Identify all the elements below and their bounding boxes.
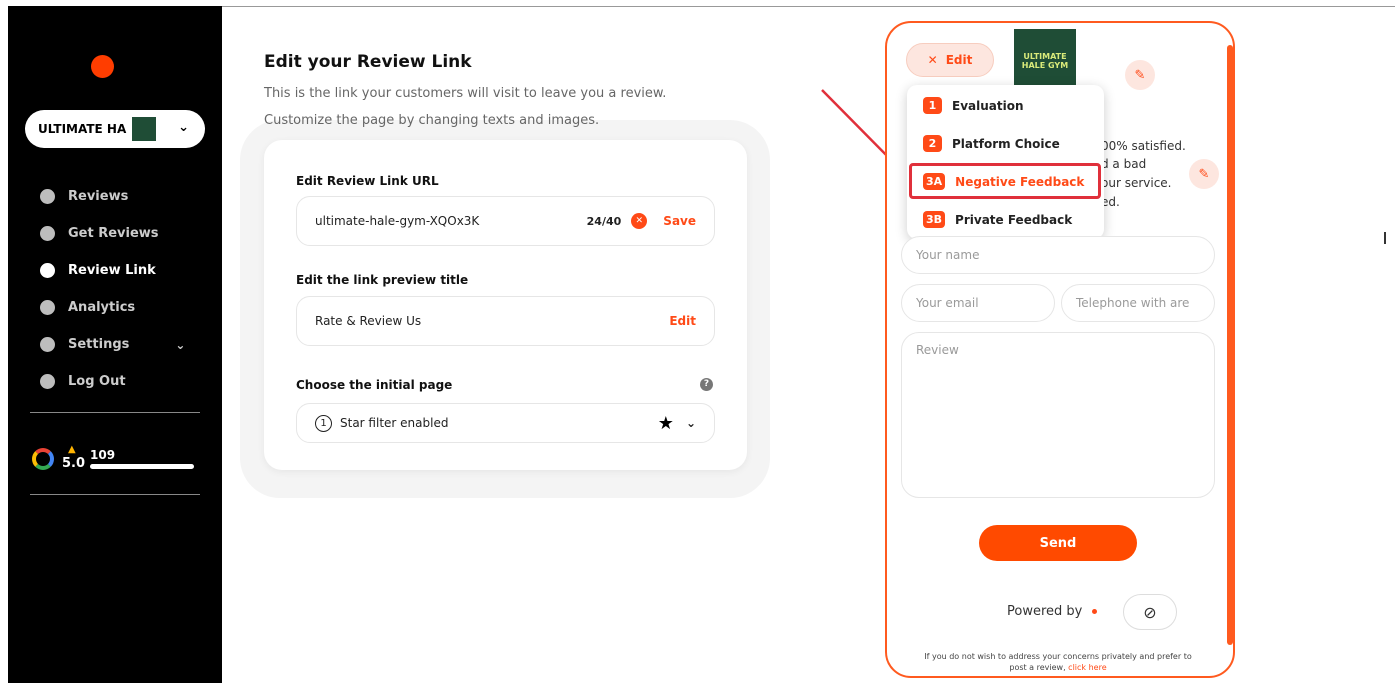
close-icon: ✕ [927,53,938,67]
step-badge: 2 [923,135,942,152]
telephone-placeholder: Telephone with are [1076,296,1190,310]
hide-eye-icon[interactable]: ⊘ [1123,594,1177,630]
review-page-preview: ✕ Edit ULTIMATE HALE GYM ✎ 00% satisfied… [885,21,1235,678]
brand-dot-icon [1092,609,1098,614]
email-input[interactable]: Your email [901,284,1055,322]
intro-text-fragment: our service. [1101,176,1172,190]
telephone-input[interactable]: Telephone with are [1061,284,1215,322]
selection-highlight-box [909,163,1101,199]
footnote: If you do not wish to address your conce… [917,651,1199,673]
email-placeholder: Your email [916,296,979,310]
edit-label: Edit [945,53,973,67]
logo-text: ULTIMATE [1023,52,1067,61]
page-edge-marker [1384,232,1386,244]
intro-text-fragment: d a bad [1101,157,1147,171]
name-placeholder: Your name [916,248,980,262]
menu-item-label: Private Feedback [955,212,1073,227]
logo-text: HALE GYM [1021,61,1069,70]
powered-by: Powered by [1007,604,1098,619]
review-textarea[interactable]: Review [901,332,1215,498]
review-placeholder: Review [916,343,959,357]
footnote-text: If you do not wish to address your conce… [924,652,1192,672]
step-menu: 1 Evaluation 2 Platform Choice 3A Negati… [907,85,1104,239]
step-badge: 1 [923,97,942,114]
preview-scrollbar[interactable] [1227,45,1233,645]
click-here-link[interactable]: click here [1068,663,1106,672]
menu-item-label: Platform Choice [952,136,1060,151]
menu-item-platform-choice[interactable]: 2 Platform Choice [923,135,1060,152]
app-window: ULTIMATE HA ⌄ Reviews Get Reviews Review… [0,0,1395,683]
intro-text-fragment: 00% satisfied. [1101,139,1186,153]
step-badge: 3B [923,211,946,228]
pencil-icon[interactable]: ✎ [1189,159,1219,189]
powered-by-label: Powered by [1007,604,1083,619]
edit-menu-button[interactable]: ✕ Edit [906,43,994,77]
menu-item-private-feedback[interactable]: 3B Private Feedback [923,211,1072,228]
pencil-icon[interactable]: ✎ [1125,60,1155,90]
send-button[interactable]: Send [979,525,1137,561]
menu-item-label: Evaluation [952,98,1024,113]
name-input[interactable]: Your name [901,236,1215,274]
business-logo: ULTIMATE HALE GYM [1014,29,1076,91]
menu-item-evaluation[interactable]: 1 Evaluation [923,97,1024,114]
